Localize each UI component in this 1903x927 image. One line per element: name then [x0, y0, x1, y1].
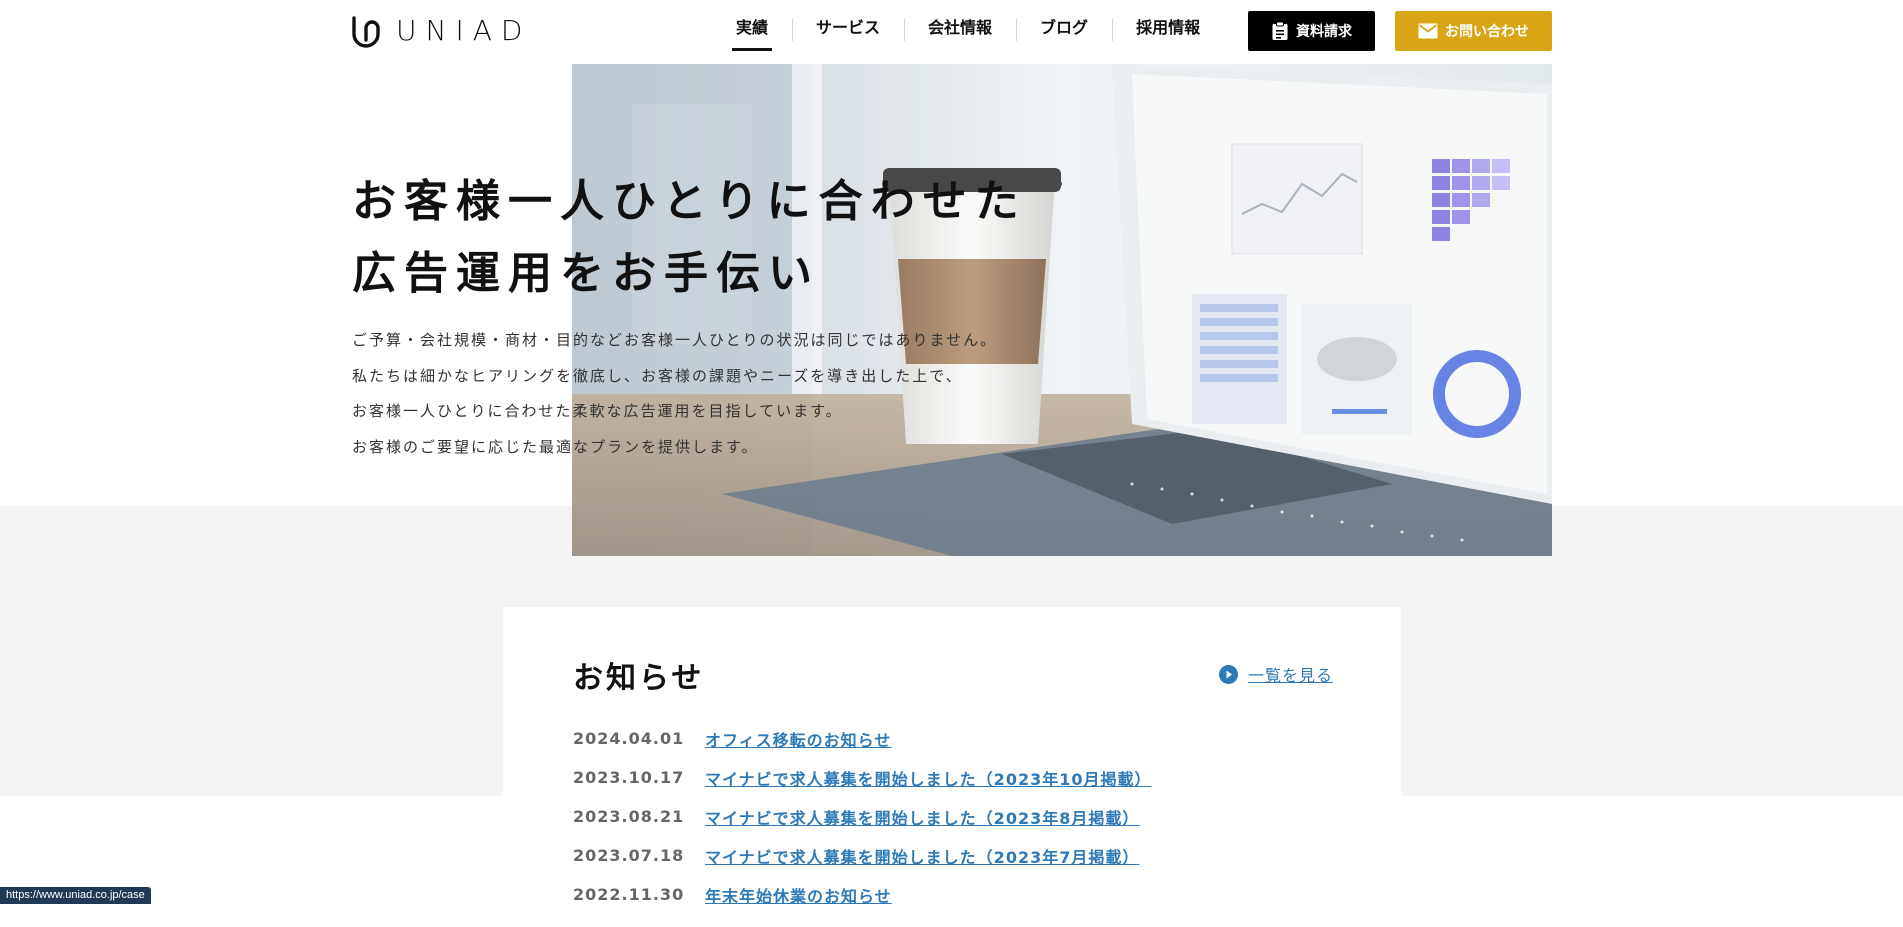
nav-service[interactable]: サービス [792, 12, 904, 48]
hero-lead-line: 私たちは細かなヒアリングを徹底し、お客様の課題やニーズを導き出した上で、 [352, 366, 963, 385]
news-list: 2024.04.01 オフィス移転のお知らせ 2023.10.17 マイナビで求… [573, 719, 1151, 914]
news-item: 2023.08.21 マイナビで求人募集を開始しました（2023年8月掲載） [573, 797, 1151, 836]
clipboard-icon [1272, 21, 1288, 40]
news-date: 2023.08.21 [573, 807, 685, 826]
news-date: 2022.11.30 [573, 885, 685, 904]
news-section: お知らせ 一覧を見る 2024.04.01 オフィス移転のお知らせ 2023.1… [503, 607, 1401, 927]
news-link[interactable]: マイナビで求人募集を開始しました（2023年7月掲載） [705, 844, 1139, 868]
document-request-label: 資料請求 [1296, 24, 1352, 40]
hero-title-line-2: 広告運用をお手伝い [352, 248, 820, 299]
news-link[interactable]: マイナビで求人募集を開始しました（2023年10月掲載） [705, 766, 1151, 790]
news-item: 2024.04.01 オフィス移転のお知らせ [573, 719, 1151, 758]
play-circle-icon [1219, 664, 1238, 684]
news-item: 2023.10.17 マイナビで求人募集を開始しました（2023年10月掲載） [573, 758, 1151, 797]
news-item: 2022.11.30 年末年始休業のお知らせ [573, 875, 1151, 914]
nav-recruit[interactable]: 採用情報 [1112, 12, 1224, 48]
hero-lead-line: お客様一人ひとりに合わせた柔軟な広告運用を目指しています。 [352, 402, 843, 420]
hero-lead: ご予算・会社規模・商材・目的などお客様一人ひとりの状況は同じではありません。 私… [352, 323, 997, 465]
hero-title: お客様一人ひとりに合わせた 広告運用をお手伝い [352, 166, 1027, 310]
mail-icon [1418, 23, 1438, 39]
site-header: UNIAD 実績 サービス 会社情報 ブログ 採用情報 資料請求 お問い合わせ [0, 0, 1903, 64]
hero-title-line-1: お客様一人ひとりに合わせた [352, 176, 1027, 227]
news-title: お知らせ [573, 661, 705, 696]
site-logo[interactable]: UNIAD [350, 14, 531, 48]
hero-image [572, 64, 1552, 556]
news-link[interactable]: オフィス移転のお知らせ [705, 727, 891, 751]
nav-blog[interactable]: ブログ [1016, 12, 1112, 48]
news-link[interactable]: マイナビで求人募集を開始しました（2023年8月掲載） [705, 805, 1139, 829]
news-item: 2023.07.18 マイナビで求人募集を開始しました（2023年7月掲載） [573, 836, 1151, 875]
contact-label: お問い合わせ [1445, 24, 1529, 40]
news-date: 2024.04.01 [573, 729, 685, 748]
news-date: 2023.10.17 [573, 768, 685, 787]
browser-status-url: https://www.uniad.co.jp/case [0, 887, 151, 904]
logo-text: UNIAD [396, 14, 532, 47]
news-view-all-label: 一覧を見る [1248, 666, 1334, 685]
nav-company[interactable]: 会社情報 [904, 12, 1016, 48]
news-view-all-link[interactable]: 一覧を見る [1219, 662, 1333, 686]
global-nav: 実績 サービス 会社情報 ブログ 採用情報 [712, 12, 1224, 52]
document-request-button[interactable]: 資料請求 [1248, 11, 1375, 51]
hero-lead-line: お客様のご要望に応じた最適なプランを提供します。 [352, 437, 759, 456]
logo-icon [352, 16, 380, 48]
news-link[interactable]: 年末年始休業のお知らせ [705, 883, 892, 907]
contact-button[interactable]: お問い合わせ [1395, 11, 1552, 51]
news-date: 2023.07.18 [573, 846, 685, 865]
nav-case[interactable]: 実績 [712, 12, 792, 51]
hero-lead-line: ご予算・会社規模・商材・目的などお客様一人ひとりの状況は同じではありません。 [352, 331, 998, 349]
